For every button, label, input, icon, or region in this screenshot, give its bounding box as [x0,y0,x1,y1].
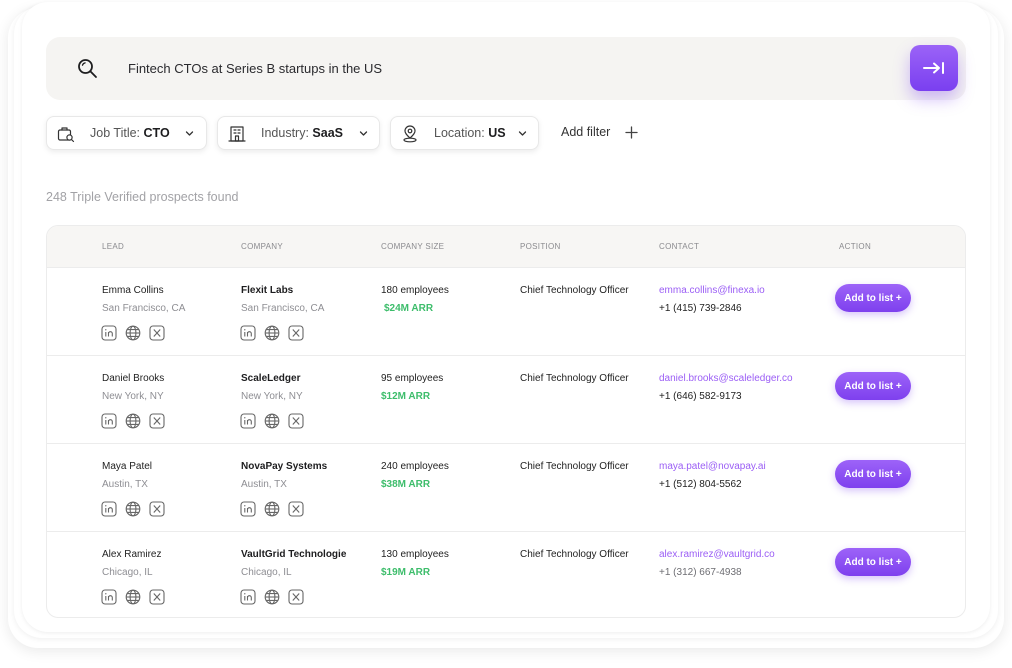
table-row: Alex Ramirez Chicago, IL VaultGrid Technol… [47,531,965,617]
x-twitter-icon[interactable] [149,325,165,341]
filter-label: Location: [434,126,485,140]
search-bar[interactable]: Fintech CTOs at Series B startups in the… [46,37,966,100]
x-twitter-icon[interactable] [288,413,304,429]
lead-location: Chicago, IL [102,567,153,578]
company-name: ScaleLedger [241,373,301,384]
globe-icon[interactable] [264,501,280,517]
chevron-down-icon [359,131,368,136]
table-header: LEAD COMPANY COMPANY SIZE POSITION CONTA… [47,226,965,267]
add-to-list-button[interactable]: Add to list + [835,284,911,312]
submit-search-button[interactable] [910,45,958,91]
plus-icon[interactable] [625,126,638,139]
column-header-company: COMPANY [241,242,283,251]
globe-icon[interactable] [264,413,280,429]
linkedin-icon[interactable] [101,325,117,341]
filter-value: CTO [143,126,170,140]
filter-label: Industry: [261,126,309,140]
table-row: Emma Collins San Francisco, CA Flexit Labs… [47,267,965,355]
linkedin-icon[interactable] [240,325,256,341]
linkedin-icon[interactable] [101,501,117,517]
globe-icon[interactable] [125,501,141,517]
filter-location[interactable]: Location: US [390,116,539,150]
filter-job-title[interactable]: Job Title: CTO [46,116,207,150]
add-to-list-button[interactable]: Add to list + [835,460,911,488]
briefcase-search-icon [57,127,75,143]
company-size: 240 employees [381,461,449,472]
column-header-lead: LEAD [102,242,125,251]
position: Chief Technology Officer [520,285,629,296]
company-name: NovaPay Systems [241,461,328,472]
globe-icon[interactable] [125,589,141,605]
column-header-contact: CONTACT [659,242,700,251]
position: Chief Technology Officer [520,549,629,560]
filter-value: US [488,126,506,140]
add-to-list-button[interactable]: Add to list + [835,372,911,400]
filter-label: Job Title: [90,126,141,140]
globe-icon[interactable] [125,325,141,341]
company-location: Austin, TX [241,479,287,490]
lead-name: Emma Collins [102,285,164,296]
company-location: New York, NY [241,391,303,402]
globe-icon[interactable] [264,589,280,605]
building-icon [228,126,246,142]
chevron-down-icon [185,131,194,136]
company-name: VaultGrid Technologie [241,549,347,560]
results-count: 248 Triple Verified prospects found [46,190,239,204]
company-size: 95 employees [381,373,444,384]
company-arr: $24M ARR [384,303,434,314]
filter-industry[interactable]: Industry: SaaS [217,116,380,150]
column-header-company-size: COMPANY SIZE [381,242,445,251]
column-header-action: ACTION [839,242,872,251]
contact-email[interactable]: emma.collins@finexa.io [659,285,765,296]
location-pin-icon [403,125,417,143]
search-icon [78,59,97,78]
contact-email[interactable]: maya.patel@novapay.ai [659,461,766,472]
x-twitter-icon[interactable] [288,325,304,341]
globe-icon[interactable] [125,413,141,429]
company-name: Flexit Labs [241,285,294,296]
add-to-list-button[interactable]: Add to list + [835,548,911,576]
chevron-down-icon [518,131,527,136]
lead-location: Austin, TX [102,479,148,490]
lead-location: New York, NY [102,391,164,402]
x-twitter-icon[interactable] [288,589,304,605]
x-twitter-icon[interactable] [149,413,165,429]
lead-name: Maya Patel [102,461,153,472]
company-location: San Francisco, CA [241,303,325,314]
linkedin-icon[interactable] [240,413,256,429]
contact-email[interactable]: daniel.brooks@scaleledger.co [659,373,793,384]
linkedin-icon[interactable] [101,413,117,429]
lead-name: Daniel Brooks [102,373,165,384]
contact-phone: +1 (312) 667-4938 [659,567,742,578]
arrow-right-icon [923,62,944,74]
contact-email[interactable]: alex.ramirez@vaultgrid.co [659,549,775,560]
lead-name: Alex Ramirez [102,549,162,560]
company-arr: $38M ARR [381,479,431,490]
contact-phone: +1 (415) 739-2846 [659,303,742,314]
company-size: 180 employees [381,285,449,296]
globe-icon[interactable] [264,325,280,341]
position: Chief Technology Officer [520,373,629,384]
search-input[interactable]: Fintech CTOs at Series B startups in the… [128,61,382,76]
contact-phone: +1 (512) 804-5562 [659,479,742,490]
company-arr: $12M ARR [381,391,431,402]
table-row: Daniel Brooks New York, NY ScaleLedger New … [47,355,965,443]
company-arr: $19M ARR [381,567,431,578]
column-header-position: POSITION [520,242,561,251]
linkedin-icon[interactable] [240,589,256,605]
x-twitter-icon[interactable] [149,501,165,517]
lead-location: San Francisco, CA [102,303,186,314]
x-twitter-icon[interactable] [149,589,165,605]
linkedin-icon[interactable] [101,589,117,605]
company-size: 130 employees [381,549,449,560]
x-twitter-icon[interactable] [288,501,304,517]
prospects-table: LEAD COMPANY COMPANY SIZE POSITION CONTA… [46,225,966,618]
linkedin-icon[interactable] [240,501,256,517]
table-row: Maya Patel Austin, TX NovaPay Systems Austi… [47,443,965,531]
contact-phone: +1 (646) 582-9173 [659,391,742,402]
company-location: Chicago, IL [241,567,292,578]
add-filter-button[interactable]: Add filter [561,125,610,139]
filter-value: SaaS [312,126,344,140]
position: Chief Technology Officer [520,461,629,472]
